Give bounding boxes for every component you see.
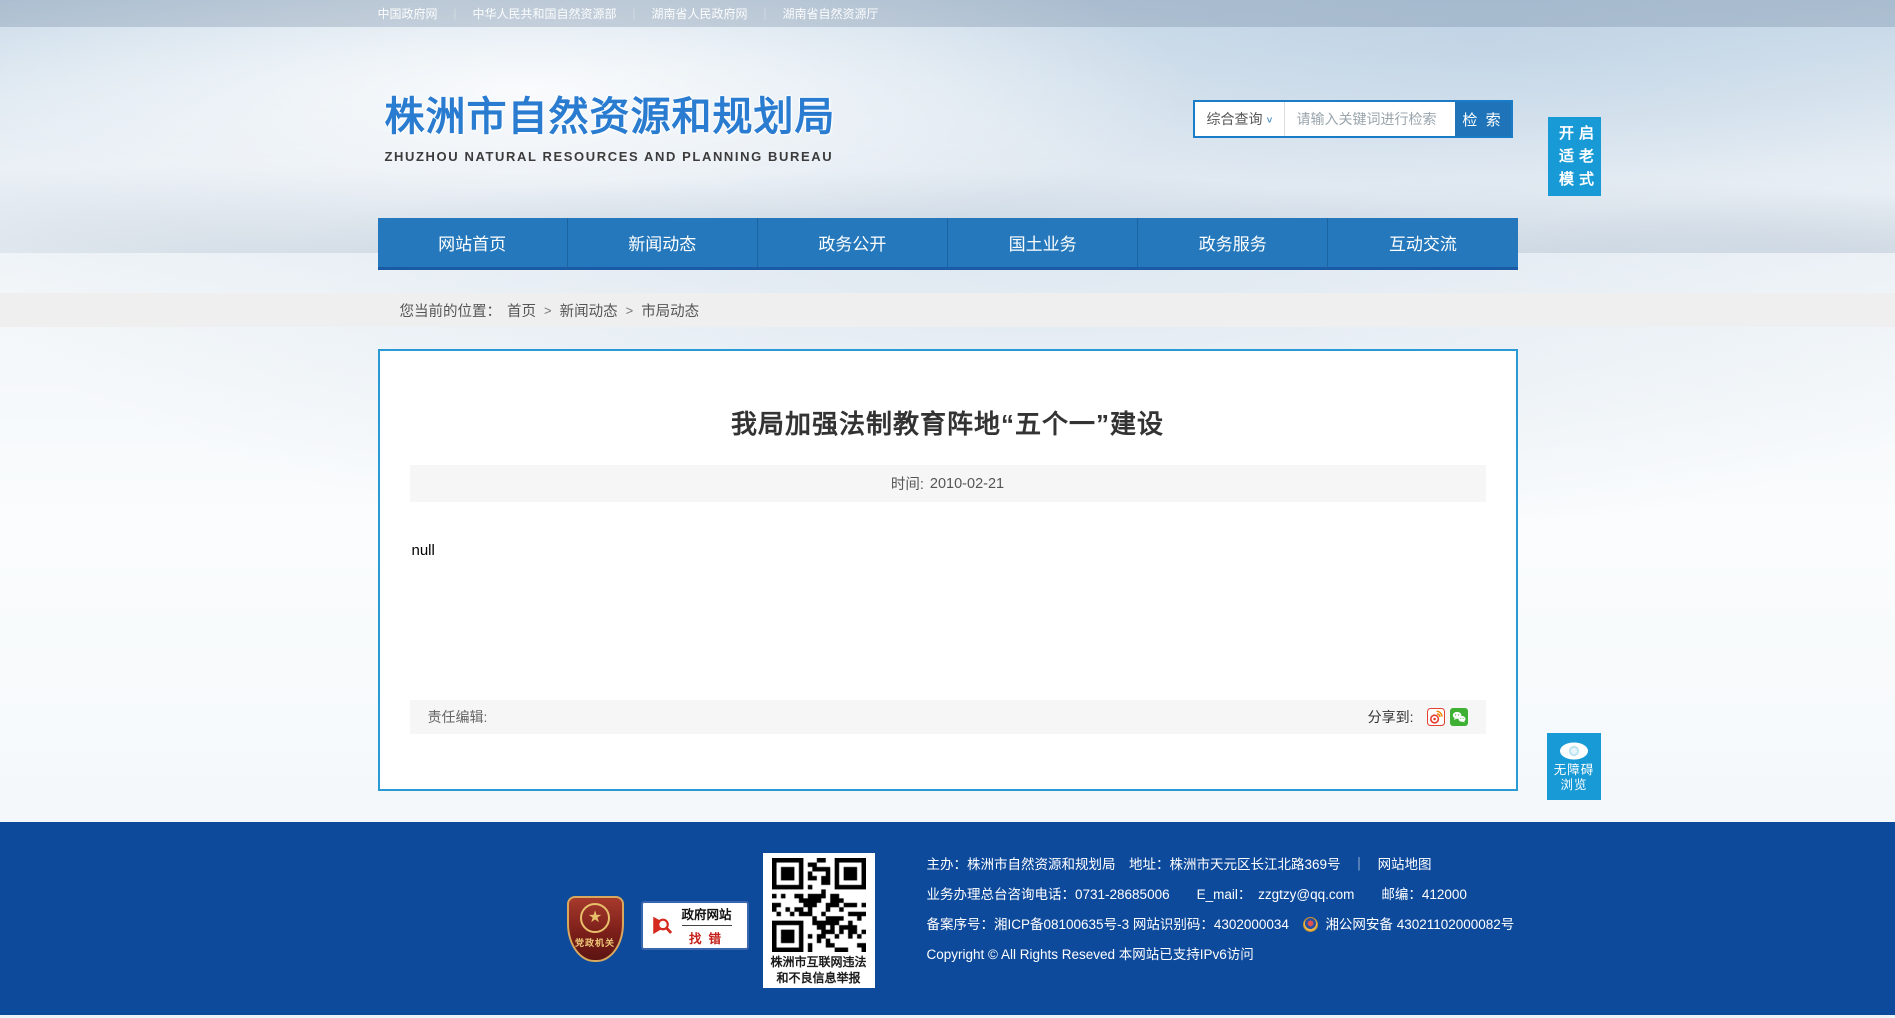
date-label: 时间: bbox=[890, 477, 924, 493]
breadcrumb-separator: > bbox=[544, 302, 552, 318]
eye-icon bbox=[1560, 742, 1588, 760]
top-link-bar: 中国政府网 ｜ 中华人民共和国自然资源部 ｜ 湖南省人民政府网 ｜ 湖南省自然资… bbox=[0, 0, 1895, 27]
topbar-link-natural-resources-ministry[interactable]: 中华人民共和国自然资源部 bbox=[473, 5, 617, 22]
footer-line-3: 备案序号：湘ICP备08100635号-3 网站识别码：4302000034 湘… bbox=[926, 910, 1514, 940]
public-security-badge-icon bbox=[1302, 917, 1318, 932]
sitemap-link[interactable]: 网站地图 bbox=[1378, 857, 1432, 872]
nav-item-home[interactable]: 网站首页 bbox=[378, 218, 567, 267]
topbar-separator: ｜ bbox=[628, 8, 640, 21]
party-badge-emblem: ★ bbox=[580, 903, 610, 933]
elder-mode-button[interactable]: 开启适老模式 bbox=[1548, 117, 1601, 196]
accessibility-label: 无障碍浏览 bbox=[1553, 763, 1595, 792]
site-title: 株洲市自然资源和规划局 bbox=[384, 95, 836, 139]
breadcrumb-strip: 您当前的位置： 首页 > 新闻动态 > 市局动态 bbox=[0, 293, 1895, 327]
qr-caption-line2: 和不良信息举报 bbox=[776, 971, 861, 985]
site-subtitle: ZHUZHOU NATURAL RESOURCES AND PLANNING B… bbox=[384, 149, 834, 164]
footer-line-2: 业务办理总台咨询电话：0731-28685006 E_mail： zzgtzy@… bbox=[927, 880, 1515, 910]
topbar-link-hunan-natural-resources[interactable]: 湖南省自然资源厅 bbox=[783, 5, 879, 22]
page: 中国政府网 ｜ 中华人民共和国自然资源部 ｜ 湖南省人民政府网 ｜ 湖南省自然资… bbox=[0, 0, 1895, 1018]
footer-info: 主办：株洲市自然资源和规划局 地址：株洲市天元区长江北路369号 ｜ 网站地图 … bbox=[927, 850, 1515, 970]
breadcrumb-label: 您当前的位置： bbox=[399, 303, 502, 320]
breadcrumb-current[interactable]: 市局动态 bbox=[641, 300, 699, 321]
search-category-label: 综合查询 bbox=[1206, 111, 1263, 127]
wechat-share-icon[interactable] bbox=[1449, 708, 1468, 726]
search-category-dropdown[interactable]: 综合查询 ∨ bbox=[1195, 102, 1285, 136]
footer-contact: 业务办理总台咨询电话：0731-28685006 E_mail： zzgtzy@… bbox=[926, 887, 1467, 902]
report-qr-code: 株洲市互联网违法 和不良信息举报 bbox=[762, 853, 875, 988]
qr-code-image bbox=[771, 858, 866, 952]
article-date-bar: 时间: 2010-02-21 bbox=[409, 465, 1486, 502]
article-container: 我局加强法制教育阵地“五个一”建设 时间: 2010-02-21 null 责任… bbox=[377, 349, 1518, 791]
editor-label: 责任编辑: bbox=[427, 709, 488, 725]
nav-item-news[interactable]: 新闻动态 bbox=[566, 218, 757, 267]
party-gov-badge: ★ 党政机关 bbox=[566, 896, 624, 962]
article-title: 我局加强法制教育阵地“五个一”建设 bbox=[730, 409, 1164, 439]
nav-item-interaction[interactable]: 互动交流 bbox=[1327, 218, 1517, 267]
footer-separator: ｜ bbox=[1352, 857, 1366, 872]
site-header: 株洲市自然资源和规划局 ZHUZHOU NATURAL RESOURCES AN… bbox=[378, 27, 1518, 218]
site-logo[interactable]: 株洲市自然资源和规划局 ZHUZHOU NATURAL RESOURCES AN… bbox=[385, 84, 836, 164]
nav-item-gov-services[interactable]: 政务服务 bbox=[1137, 218, 1327, 267]
breadcrumb-separator: > bbox=[625, 302, 634, 318]
nav-item-land-business[interactable]: 国土业务 bbox=[947, 218, 1137, 267]
topbar-separator: ｜ bbox=[449, 8, 461, 21]
site-error-report-badge[interactable]: 政府网站 找错 bbox=[640, 901, 749, 950]
editor-share-bar: 责任编辑: 分享到: bbox=[409, 700, 1486, 734]
public-security-record-link[interactable]: 湘公网安备 43021102000082号 bbox=[1325, 917, 1514, 932]
nav-item-gov-disclosure[interactable]: 政务公开 bbox=[756, 218, 947, 267]
footer-line-4: Copyright © All Rights Reseved 本网站已支持IPv… bbox=[927, 940, 1515, 970]
search-input[interactable] bbox=[1284, 102, 1455, 136]
qr-caption-line1: 株洲市互联网违法 bbox=[770, 955, 867, 969]
party-badge-label: 党政机关 bbox=[574, 938, 615, 948]
weibo-share-icon[interactable] bbox=[1426, 708, 1445, 726]
breadcrumb: 您当前的位置： 首页 > 新闻动态 > 市局动态 bbox=[378, 293, 1518, 327]
main-nav: 网站首页 新闻动态 政务公开 国土业务 政务服务 互动交流 bbox=[377, 218, 1518, 270]
topbar-link-hunan-gov[interactable]: 湖南省人民政府网 bbox=[652, 5, 748, 22]
topbar-separator: ｜ bbox=[759, 8, 771, 21]
date-value: 2010-02-21 bbox=[929, 475, 1005, 492]
breadcrumb-news[interactable]: 新闻动态 bbox=[560, 300, 618, 321]
article-body: null bbox=[411, 542, 435, 559]
search-bar: 综合查询 ∨ 检 索 bbox=[1192, 100, 1513, 138]
share-label: 分享到: bbox=[1367, 709, 1414, 725]
breadcrumb-home[interactable]: 首页 bbox=[507, 300, 536, 321]
accessibility-button[interactable]: 无障碍浏览 bbox=[1547, 733, 1601, 800]
footer-line-1: 主办：株洲市自然资源和规划局 地址：株洲市天元区长江北路369号 ｜ 网站地图 bbox=[927, 850, 1515, 880]
search-button[interactable]: 检 索 bbox=[1454, 102, 1511, 136]
footer: ★ 党政机关 政府网站 找错 株洲市互联网违法 和不良信息举报 主办：株洲市自然… bbox=[0, 822, 1895, 1015]
chevron-down-icon: ∨ bbox=[1265, 114, 1274, 125]
error-badge-line1: 政府网站 bbox=[681, 904, 732, 926]
footer-icp-record: 备案序号：湘ICP备08100635号-3 网站识别码：4302000034 bbox=[926, 917, 1289, 932]
find-error-icon bbox=[652, 916, 672, 934]
footer-copyright: Copyright © All Rights Reseved 本网站已支持IPv… bbox=[926, 947, 1254, 962]
error-badge-line2: 找错 bbox=[689, 932, 729, 946]
topbar-link-china-gov[interactable]: 中国政府网 bbox=[378, 5, 438, 22]
footer-organizer-address: 主办：株洲市自然资源和规划局 地址：株洲市天元区长江北路369号 bbox=[926, 857, 1341, 872]
